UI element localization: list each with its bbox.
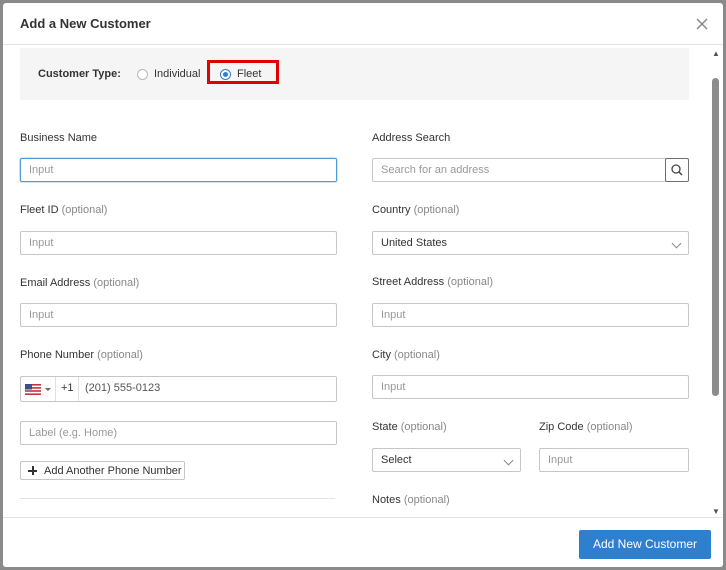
section-divider: [20, 498, 335, 499]
scrollbar[interactable]: ▲ ▼: [709, 46, 723, 518]
search-button[interactable]: [665, 158, 689, 182]
chevron-down-icon: [45, 388, 51, 391]
fleet-id-input[interactable]: Input: [20, 231, 337, 255]
add-phone-button[interactable]: Add Another Phone Number: [20, 461, 185, 480]
customer-type-section: Customer Type: Individual Fleet: [20, 48, 689, 100]
plus-icon: [28, 466, 37, 475]
state-label-text: State: [372, 421, 398, 433]
modal-footer: Add New Customer: [3, 517, 723, 567]
add-new-customer-button[interactable]: Add New Customer: [579, 530, 711, 559]
radio-individual-label: Individual: [154, 68, 201, 80]
add-customer-modal: Add a New Customer Customer Type: Indivi…: [3, 3, 723, 567]
email-input[interactable]: Input: [20, 303, 337, 327]
address-search-label-text: Address Search: [372, 132, 451, 144]
optional-text: (optional): [447, 276, 494, 288]
customer-type-label: Customer Type:: [38, 68, 121, 80]
add-phone-label: Add Another Phone Number: [44, 464, 182, 477]
phone-number-input[interactable]: (201) 555-0123: [85, 382, 160, 394]
zip-input[interactable]: Input: [539, 448, 689, 472]
email-label-text: Email Address: [20, 277, 91, 289]
city-input[interactable]: Input: [372, 375, 689, 399]
radio-individual[interactable]: Individual: [137, 66, 200, 82]
street-label-text: Street Address: [372, 276, 445, 288]
optional-text: (optional): [413, 204, 460, 216]
search-icon: [671, 164, 683, 176]
scroll-down-icon[interactable]: ▼: [711, 508, 721, 516]
highlight-annotation: [207, 60, 279, 84]
close-icon[interactable]: [693, 15, 711, 33]
fleet-id-label: Fleet ID (optional): [20, 204, 107, 216]
address-search-input[interactable]: Search for an address: [372, 158, 666, 182]
modal-body: Customer Type: Individual Fleet Business…: [3, 46, 711, 516]
optional-text: (optional): [400, 421, 447, 433]
business-name-label: Business Name: [20, 132, 97, 144]
state-value: Select: [381, 454, 412, 466]
chevron-down-icon: [671, 238, 682, 249]
radio-circle[interactable]: [137, 68, 148, 80]
optional-text: (optional): [586, 421, 633, 433]
business-name-input[interactable]: Input: [20, 158, 337, 182]
chevron-down-icon: [503, 455, 514, 466]
country-label-text: Country: [372, 204, 411, 216]
modal-header: Add a New Customer: [3, 3, 723, 45]
optional-text: (optional): [403, 494, 450, 506]
phone-input-group: +1 (201) 555-0123: [20, 376, 337, 402]
optional-text: (optional): [93, 277, 140, 289]
city-label-text: City: [372, 349, 391, 361]
fleet-id-label-text: Fleet ID: [20, 204, 59, 216]
email-label: Email Address (optional): [20, 277, 139, 289]
dial-code: +1: [61, 382, 74, 394]
optional-text: (optional): [97, 349, 143, 361]
country-select[interactable]: United States: [372, 231, 689, 255]
zip-label: Zip Code (optional): [539, 421, 633, 433]
optional-text: (optional): [394, 349, 440, 361]
country-label: Country (optional): [372, 204, 459, 216]
scroll-up-icon[interactable]: ▲: [711, 50, 721, 58]
modal-title: Add a New Customer: [20, 16, 151, 31]
notes-label-text: Notes: [372, 494, 401, 506]
phone-label-text: Phone Number: [20, 349, 94, 361]
city-label: City (optional): [372, 349, 440, 361]
optional-text: (optional): [61, 204, 108, 216]
business-name-label-text: Business Name: [20, 132, 98, 144]
state-select[interactable]: Select: [372, 448, 521, 472]
country-code-dropdown[interactable]: [21, 377, 56, 401]
zip-label-text: Zip Code: [539, 421, 584, 433]
us-flag-icon: [25, 384, 41, 395]
street-label: Street Address (optional): [372, 276, 493, 288]
divider: [78, 377, 79, 401]
address-search-label: Address Search: [372, 132, 450, 144]
notes-label: Notes (optional): [372, 494, 450, 506]
phone-label-input[interactable]: Label (e.g. Home): [20, 421, 337, 445]
scrollbar-thumb[interactable]: [712, 78, 719, 396]
phone-label: Phone Number (optional): [20, 349, 143, 361]
country-value: United States: [381, 237, 448, 249]
street-input[interactable]: Input: [372, 303, 689, 327]
state-label: State (optional): [372, 421, 447, 433]
